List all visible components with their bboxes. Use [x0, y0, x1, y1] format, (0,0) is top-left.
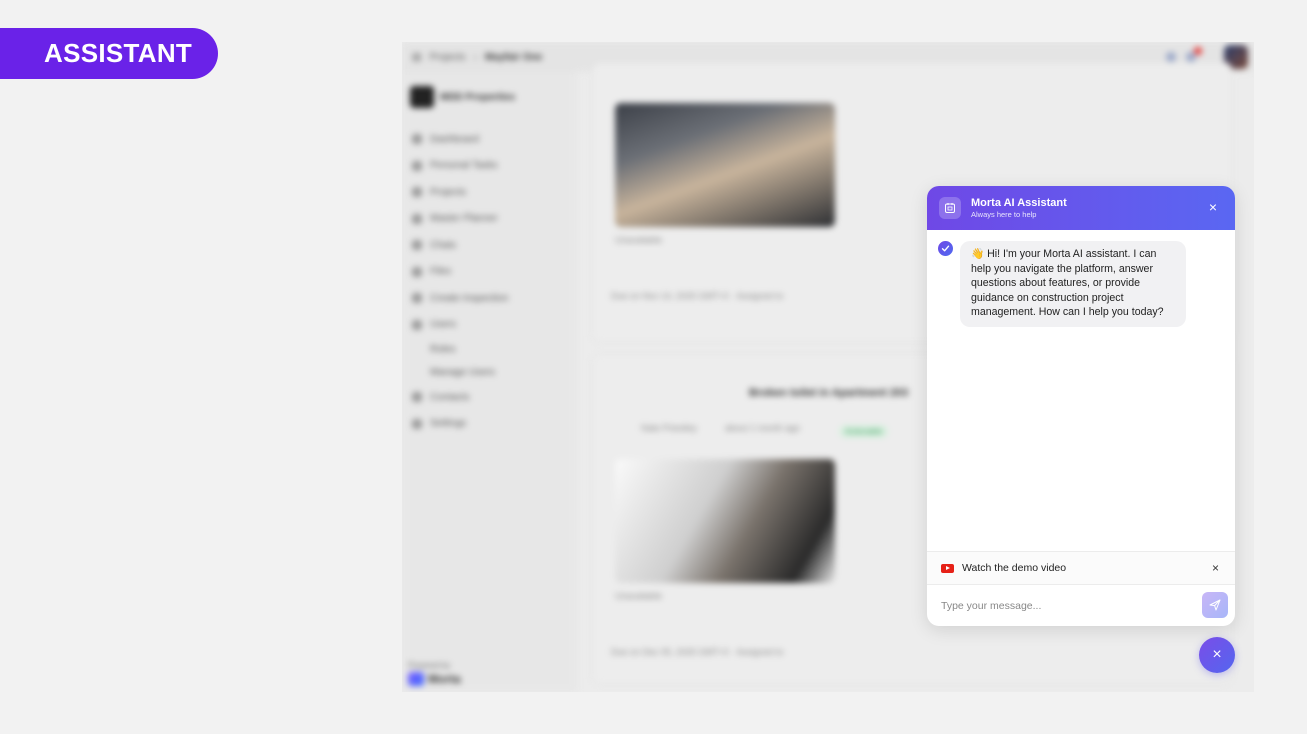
calendar-icon: [945, 203, 955, 213]
assistant-toggle-button[interactable]: ×: [1199, 637, 1235, 673]
folder-icon: [412, 187, 422, 198]
demo-video-banner[interactable]: Watch the demo video ×: [927, 551, 1235, 585]
sidebar-item-roles: Roles: [410, 338, 569, 361]
brand-logo: Morta: [408, 672, 461, 686]
assistant-title: Morta AI Assistant: [971, 197, 1067, 209]
notification-badge: [1194, 47, 1202, 55]
close-icon[interactable]: ×: [1209, 199, 1217, 215]
sidebar-item-label: Projects: [430, 186, 467, 198]
status-label: Actionable: [839, 425, 889, 438]
powered-by: Powered by Morta: [408, 661, 461, 686]
youtube-icon: [941, 563, 954, 573]
tasks-icon: [412, 160, 422, 171]
org-name: MDD Properties: [440, 91, 516, 103]
task-author: Nate Priestley: [641, 423, 698, 433]
brand-name: Morta: [428, 672, 461, 686]
task-time: about 1 month ago: [725, 423, 801, 433]
photo-meta: Unavailable: [615, 591, 663, 601]
message-composer: [927, 585, 1235, 626]
sidebar-item-label: Users: [430, 319, 457, 331]
assistant-tag-label: ASSISTANT: [44, 38, 193, 68]
breadcrumb-separator: ›: [473, 51, 477, 63]
task-title: Broken toilet in Apartment 203: [749, 387, 909, 399]
task-photo: [615, 459, 835, 583]
breadcrumb-projects: Projects: [429, 51, 466, 63]
assistant-titles: Morta AI Assistant Always here to help: [971, 197, 1067, 219]
sidebar-item-users: Users: [410, 312, 569, 339]
sidebar-item-master-planner: Master Planner: [410, 206, 569, 233]
status-badge: Actionable: [839, 421, 889, 439]
org-logo: [410, 86, 434, 108]
phone-icon: [412, 392, 422, 403]
assistant-message: 👋 Hi! I'm your Morta AI assistant. I can…: [960, 241, 1186, 327]
sidebar-item-settings: Settings: [410, 411, 569, 438]
sidebar-toggle-icon: ▤: [412, 51, 422, 63]
demo-video-link[interactable]: Watch the demo video: [962, 562, 1066, 574]
task-photo: [615, 103, 835, 227]
sidebar-item-manage-users: Manage Users: [410, 361, 569, 384]
planner-icon: [412, 213, 422, 224]
assistant-icon: [939, 197, 961, 219]
sidebar-item-contacts: Contacts: [410, 384, 569, 411]
files-icon: [412, 266, 422, 277]
assistant-panel: Morta AI Assistant Always here to help ×…: [927, 186, 1235, 626]
org-switcher: MDD Properties: [410, 86, 569, 108]
chat-messages[interactable]: 👋 Hi! I'm your Morta AI assistant. I can…: [927, 230, 1235, 551]
chat-icon: [412, 240, 422, 251]
sidebar-item-label: Personal Tasks: [430, 160, 498, 172]
sidebar-item-create-inspection: Create Inspection: [410, 285, 569, 312]
sidebar-item-label: Roles: [430, 344, 456, 355]
sidebar-item-label: Files: [430, 266, 452, 278]
sidebar-item-dashboard: Dashboard: [410, 126, 569, 153]
sidebar-item-label: Dashboard: [430, 133, 479, 145]
clipboard-icon: [412, 293, 422, 304]
sidebar-item-personal-tasks: Personal Tasks: [410, 153, 569, 180]
photo-meta: Unavailable: [615, 235, 663, 245]
check-icon: [941, 245, 950, 252]
sidebar-item-chats: Chats: [410, 232, 569, 259]
sidebar-item-label: Settings: [430, 418, 467, 430]
close-icon[interactable]: ×: [1212, 561, 1219, 575]
close-icon: ×: [1212, 646, 1222, 663]
dashboard-icon: [412, 134, 422, 145]
sidebar-item-label: Create Inspection: [430, 292, 509, 304]
due-date: Due on Nov 14, 2025 GMT+0 · Assigned to: [611, 291, 784, 301]
send-button[interactable]: [1202, 592, 1228, 618]
assistant-subtitle: Always here to help: [971, 210, 1037, 219]
breadcrumb-current: Mayfair One: [484, 51, 543, 63]
sidebar-item-projects: Projects: [410, 179, 569, 206]
assistant-header: Morta AI Assistant Always here to help ×: [927, 186, 1235, 230]
send-icon: [1209, 599, 1221, 611]
sidebar-item-files: Files: [410, 259, 569, 286]
sidebar-item-label: Master Planner: [430, 213, 498, 225]
sidebar-item-label: Contacts: [430, 391, 470, 403]
powered-by-label: Powered by: [408, 661, 451, 670]
sidebar-item-label: Manage Users: [430, 367, 496, 378]
due-date: Due on Dec 05, 2025 GMT+0 · Assigned to: [611, 647, 784, 657]
sidebar-item-label: Chats: [430, 239, 457, 251]
gear-icon: [412, 418, 422, 429]
users-icon: [412, 319, 422, 330]
message-input[interactable]: [941, 599, 1181, 612]
bot-avatar: [938, 241, 953, 256]
notification-icon: [1166, 52, 1176, 62]
app-sidebar: MDD Properties Dashboard Personal Tasks …: [402, 72, 577, 692]
morta-logo-icon: [408, 672, 424, 686]
assistant-tag: ASSISTANT: [0, 28, 218, 79]
